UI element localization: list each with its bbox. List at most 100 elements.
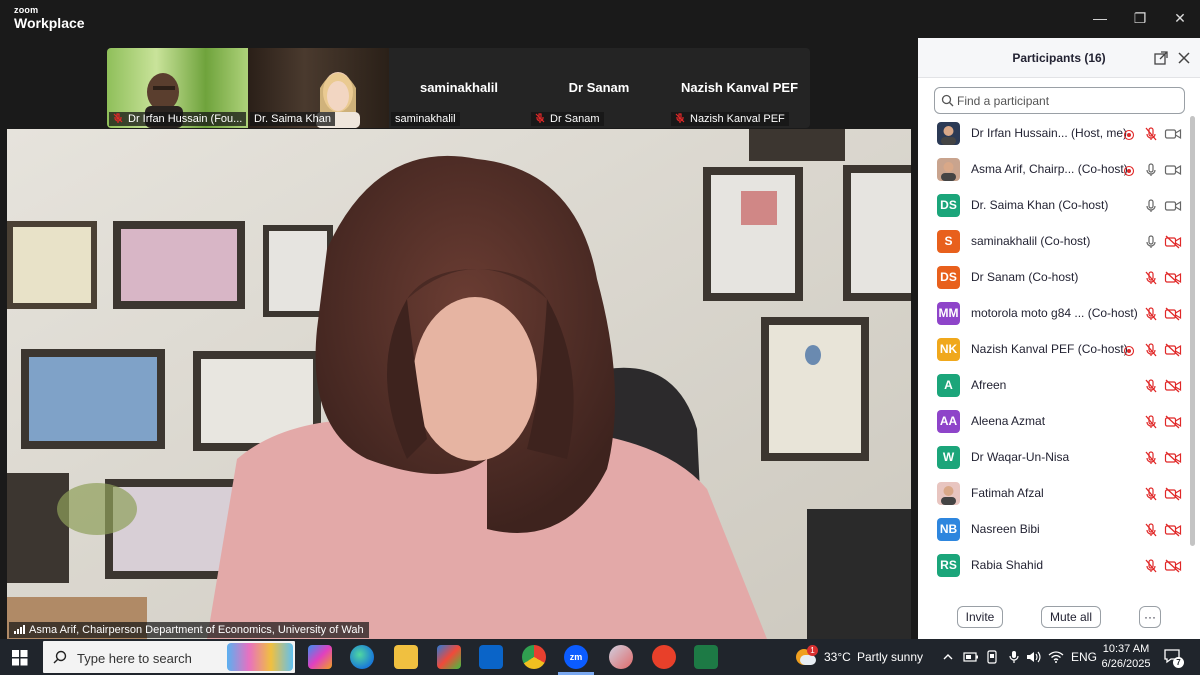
file-explorer-icon[interactable] bbox=[394, 645, 418, 669]
camera-icon[interactable] bbox=[1164, 126, 1182, 142]
taskbar-search-placeholder: Type here to search bbox=[77, 651, 192, 666]
weather-condition[interactable]: Partly sunny bbox=[857, 650, 923, 664]
excel-icon[interactable] bbox=[694, 645, 718, 669]
gallery-tile[interactable]: saminakhalil saminakhalil bbox=[389, 48, 529, 128]
participant-row[interactable]: AA Aleena Azmat bbox=[918, 404, 1190, 440]
clock-date: 6/26/2025 bbox=[1101, 658, 1151, 670]
battery-icon[interactable] bbox=[963, 651, 979, 663]
participant-row[interactable]: NB Nasreen Bibi bbox=[918, 512, 1190, 548]
participant-row[interactable]: DS Dr. Saima Khan (Co-host) bbox=[918, 188, 1190, 224]
microphone-icon[interactable] bbox=[1008, 650, 1020, 664]
pop-out-icon[interactable] bbox=[1153, 50, 1169, 66]
microphone-muted-icon[interactable] bbox=[1143, 126, 1159, 142]
mic-muted-icon bbox=[675, 113, 685, 123]
camera-off-icon[interactable] bbox=[1164, 270, 1182, 286]
invite-button[interactable]: Invite bbox=[957, 606, 1003, 628]
microphone-muted-icon[interactable] bbox=[1143, 414, 1159, 430]
gallery-tile[interactable]: Dr Irfan Hussain (Fou... bbox=[107, 48, 248, 128]
active-speaker-video[interactable]: Asma Arif, Chairperson Department of Eco… bbox=[7, 129, 911, 639]
participant-row[interactable]: MM motorola moto g84 ... (Co-host) bbox=[918, 296, 1190, 332]
search-highlight-image[interactable] bbox=[227, 643, 293, 671]
windows-taskbar: Type here to search zm 1 33°C Partly sun… bbox=[0, 639, 1200, 675]
tile-name-label: Dr Irfan Hussain (Fou... bbox=[109, 112, 247, 126]
participant-avatar: S bbox=[937, 230, 960, 253]
windows-start-icon[interactable] bbox=[12, 650, 28, 666]
volume-icon[interactable] bbox=[1026, 650, 1042, 664]
weather-temperature[interactable]: 33°C bbox=[824, 650, 851, 664]
gallery-tile[interactable]: Nazish Kanval PEF Nazish Kanval PEF bbox=[669, 48, 810, 128]
mic-muted-icon bbox=[113, 113, 123, 123]
participant-search-box[interactable] bbox=[934, 87, 1185, 114]
close-button[interactable]: ✕ bbox=[1168, 8, 1192, 28]
participant-name: Dr Waqar-Un-Nisa bbox=[971, 450, 1070, 464]
camera-off-icon[interactable] bbox=[1164, 486, 1182, 502]
chrome-browser-icon[interactable] bbox=[522, 645, 546, 669]
microphone-muted-icon[interactable] bbox=[1143, 306, 1159, 322]
participant-list: Dr Irfan Hussain... (Host, me) Asma Arif,… bbox=[918, 116, 1190, 590]
tile-display-name: saminakhalil bbox=[419, 80, 499, 95]
outlook-icon[interactable] bbox=[479, 645, 503, 669]
camera-icon[interactable] bbox=[1164, 162, 1182, 178]
snipping-tool-icon[interactable] bbox=[609, 645, 633, 669]
microphone-icon[interactable] bbox=[1143, 234, 1159, 250]
participant-name: Afreen bbox=[971, 378, 1007, 392]
microphone-muted-icon[interactable] bbox=[1143, 270, 1159, 286]
microphone-muted-icon[interactable] bbox=[1143, 342, 1159, 358]
wifi-icon[interactable] bbox=[1048, 650, 1064, 664]
participants-footer: Invite Mute all ··· bbox=[918, 598, 1200, 639]
microsoft-store-icon[interactable] bbox=[437, 645, 461, 669]
camera-off-icon[interactable] bbox=[1164, 342, 1182, 358]
mute-all-button[interactable]: Mute all bbox=[1041, 606, 1101, 628]
copilot-icon[interactable] bbox=[308, 645, 332, 669]
microphone-icon[interactable] bbox=[1143, 198, 1159, 214]
chevron-up-icon[interactable] bbox=[942, 651, 954, 663]
camera-off-icon[interactable] bbox=[1164, 378, 1182, 394]
speaker-name-label: Asma Arif, Chairperson Department of Eco… bbox=[9, 622, 369, 638]
participant-row[interactable]: Ssaminakhalil (Co-host) bbox=[918, 224, 1190, 260]
participant-row[interactable]: Dr Irfan Hussain... (Host, me) bbox=[918, 116, 1190, 152]
camera-off-icon[interactable] bbox=[1164, 450, 1182, 466]
wps-office-icon[interactable] bbox=[652, 645, 676, 669]
close-panel-icon[interactable] bbox=[1176, 50, 1192, 66]
participant-row[interactable]: NK Nazish Kanval PEF (Co-host) bbox=[918, 332, 1190, 368]
camera-off-icon[interactable] bbox=[1164, 414, 1182, 430]
camera-off-icon[interactable] bbox=[1164, 234, 1182, 250]
recording-indicator-icon bbox=[1123, 164, 1139, 180]
participant-avatar: A bbox=[937, 374, 960, 397]
participant-list-scrollbar[interactable] bbox=[1190, 116, 1195, 546]
participant-name: Rabia Shahid bbox=[971, 558, 1044, 572]
gallery-tile[interactable]: Dr Sanam Dr Sanam bbox=[529, 48, 669, 128]
participant-row[interactable]: A Afreen bbox=[918, 368, 1190, 404]
zoom-taskbar-icon[interactable]: zm bbox=[564, 645, 588, 669]
language-indicator[interactable]: ENG bbox=[1071, 650, 1097, 664]
camera-off-icon[interactable] bbox=[1164, 558, 1182, 574]
microphone-muted-icon[interactable] bbox=[1143, 558, 1159, 574]
participant-row[interactable]: Fatimah Afzal bbox=[918, 476, 1190, 512]
participant-row[interactable]: Asma Arif, Chairp... (Co-host) bbox=[918, 152, 1190, 188]
participant-name: Aleena Azmat bbox=[971, 414, 1046, 428]
participant-search-input[interactable] bbox=[957, 92, 1177, 110]
minimize-button[interactable]: — bbox=[1088, 8, 1112, 28]
microphone-muted-icon[interactable] bbox=[1143, 450, 1159, 466]
microphone-icon[interactable] bbox=[1143, 162, 1159, 178]
participant-row[interactable]: DS Dr Sanam (Co-host) bbox=[918, 260, 1190, 296]
camera-off-icon[interactable] bbox=[1164, 306, 1182, 322]
microphone-muted-icon[interactable] bbox=[1143, 522, 1159, 538]
taskbar-search-box[interactable]: Type here to search bbox=[43, 641, 295, 673]
gallery-tile[interactable]: Dr. Saima Khan bbox=[248, 48, 389, 128]
participant-row[interactable]: W Dr Waqar-Un-Nisa bbox=[918, 440, 1190, 476]
more-options-button[interactable]: ··· bbox=[1139, 606, 1161, 628]
restore-button[interactable]: ❐ bbox=[1128, 8, 1152, 28]
edge-browser-icon[interactable] bbox=[350, 645, 374, 669]
camera-off-icon[interactable] bbox=[1164, 522, 1182, 538]
microphone-muted-icon[interactable] bbox=[1143, 486, 1159, 502]
notification-center-icon[interactable]: 7 bbox=[1163, 648, 1184, 668]
weather-icon[interactable]: 1 bbox=[796, 645, 818, 667]
camera-icon[interactable] bbox=[1164, 198, 1182, 214]
zoom-logo: zoom Workplace bbox=[14, 6, 85, 31]
device-icon[interactable] bbox=[986, 650, 998, 664]
microphone-muted-icon[interactable] bbox=[1143, 378, 1159, 394]
participant-avatar: NK bbox=[937, 338, 960, 361]
participant-row[interactable]: RS Rabia Shahid bbox=[918, 548, 1190, 584]
clock[interactable]: 10:37 AM 6/26/2025 bbox=[1100, 642, 1152, 672]
